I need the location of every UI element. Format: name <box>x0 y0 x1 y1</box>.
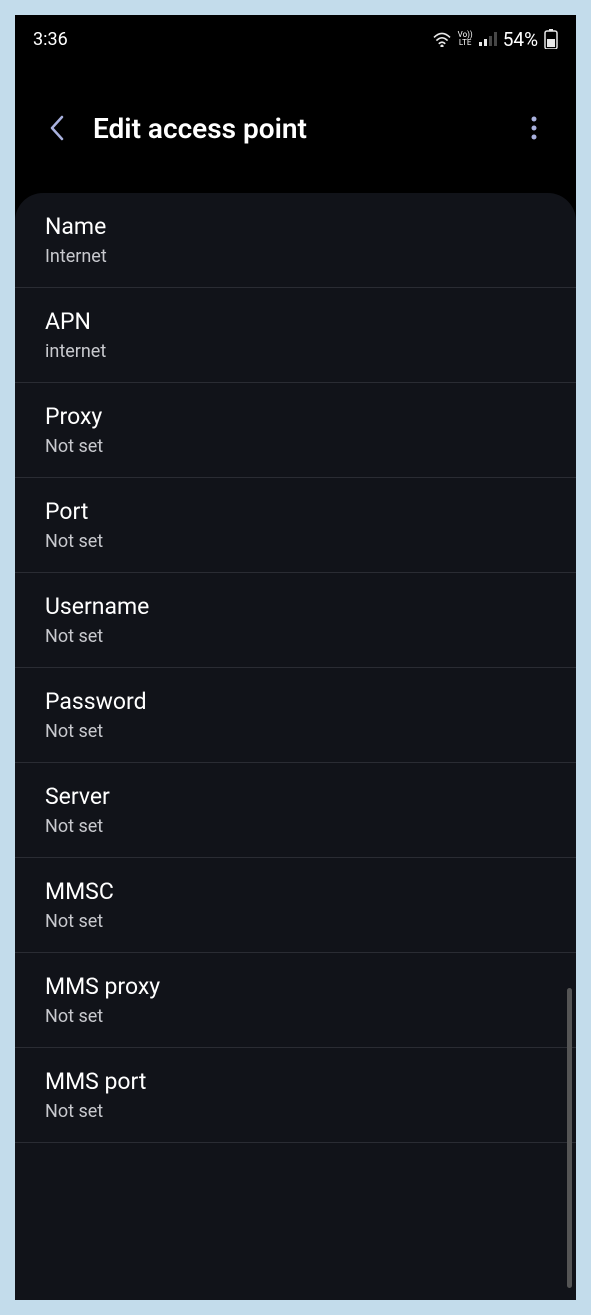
phone-frame: 3:36 Vo)) LTE <box>15 15 576 1300</box>
setting-label: MMS port <box>45 1068 546 1095</box>
setting-label: MMS proxy <box>45 973 546 1000</box>
chevron-left-icon <box>50 115 64 141</box>
setting-label: MMSC <box>45 878 546 905</box>
setting-label: Proxy <box>45 403 546 430</box>
more-options-button[interactable] <box>516 110 552 146</box>
setting-label: Username <box>45 593 546 620</box>
setting-label: Password <box>45 688 546 715</box>
setting-value: Not set <box>45 911 546 932</box>
setting-value: Not set <box>45 816 546 837</box>
setting-label: Name <box>45 213 546 240</box>
setting-value: Not set <box>45 531 546 552</box>
setting-password[interactable]: Password Not set <box>15 668 576 763</box>
scrollbar[interactable] <box>567 988 572 1288</box>
setting-server[interactable]: Server Not set <box>15 763 576 858</box>
setting-value: Internet <box>45 246 546 267</box>
wifi-icon <box>432 31 452 47</box>
setting-value: Not set <box>45 1006 546 1027</box>
setting-value: Not set <box>45 721 546 742</box>
setting-username[interactable]: Username Not set <box>15 573 576 668</box>
setting-value: Not set <box>45 626 546 647</box>
setting-proxy[interactable]: Proxy Not set <box>15 383 576 478</box>
battery-percentage: 54% <box>503 28 538 51</box>
setting-mms-port[interactable]: MMS port Not set <box>15 1048 576 1143</box>
setting-label: APN <box>45 308 546 335</box>
settings-list[interactable]: Name Internet APN internet Proxy Not set… <box>15 193 576 1300</box>
status-bar: 3:36 Vo)) LTE <box>15 15 576 63</box>
setting-apn[interactable]: APN internet <box>15 288 576 383</box>
setting-value: Not set <box>45 436 546 457</box>
setting-value: internet <box>45 341 546 362</box>
setting-mmsc[interactable]: MMSC Not set <box>15 858 576 953</box>
setting-port[interactable]: Port Not set <box>15 478 576 573</box>
more-vertical-icon <box>531 116 537 140</box>
status-right: Vo)) LTE 54% <box>432 28 558 51</box>
status-time: 3:36 <box>33 29 68 50</box>
page-title: Edit access point <box>93 112 516 145</box>
back-button[interactable] <box>39 110 75 146</box>
signal-icon <box>479 32 497 46</box>
volte-icon: Vo)) LTE <box>458 31 473 47</box>
header: Edit access point <box>15 83 576 173</box>
setting-label: Server <box>45 783 546 810</box>
battery-icon <box>544 29 558 49</box>
setting-value: Not set <box>45 1101 546 1122</box>
setting-mms-proxy[interactable]: MMS proxy Not set <box>15 953 576 1048</box>
setting-name[interactable]: Name Internet <box>15 193 576 288</box>
setting-label: Port <box>45 498 546 525</box>
